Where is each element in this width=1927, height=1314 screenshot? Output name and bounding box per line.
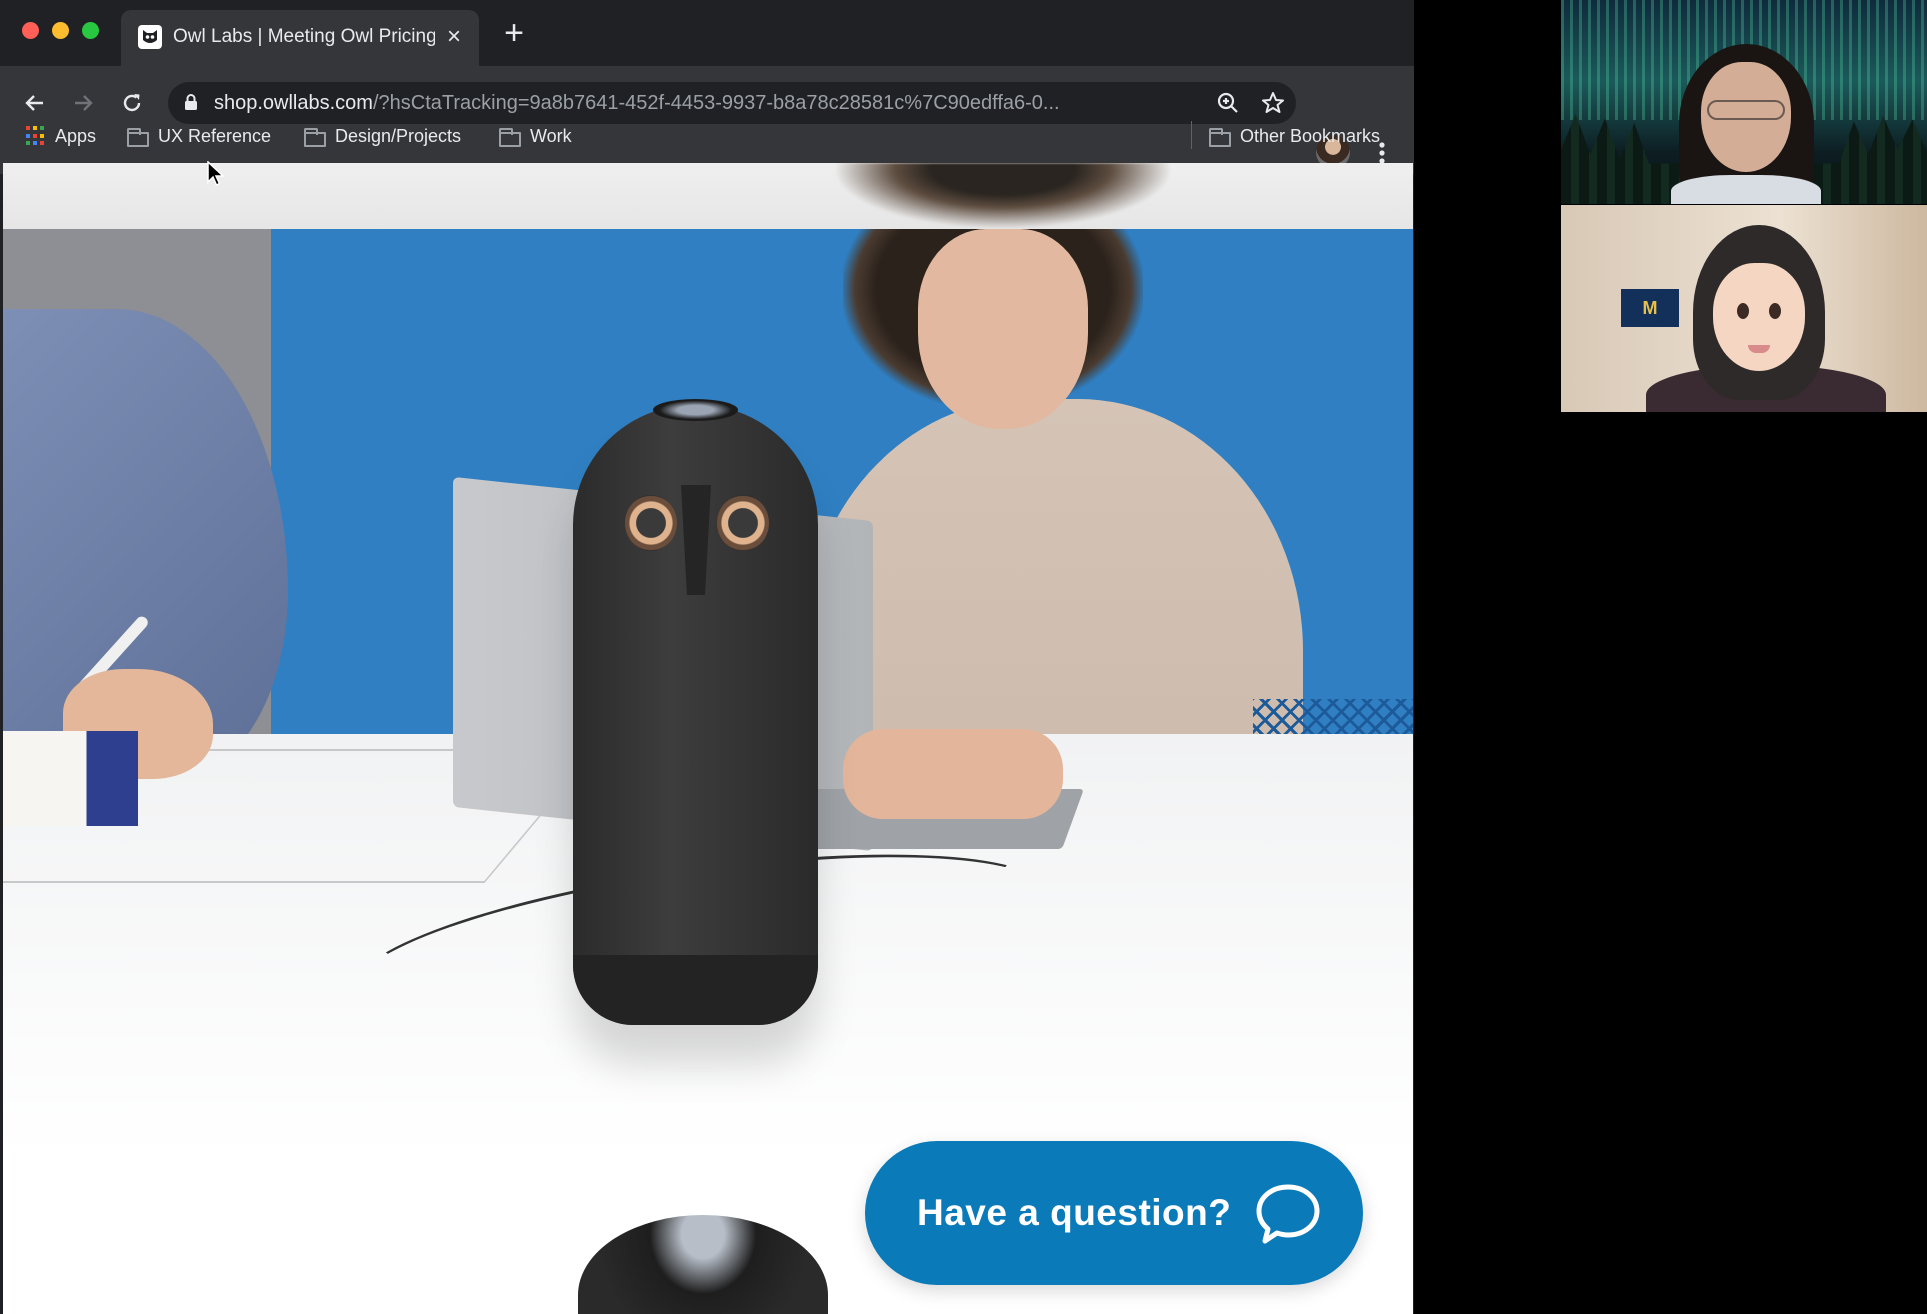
other-bookmarks-label: Other Bookmarks bbox=[1240, 125, 1381, 146]
meeting-owl-top-image bbox=[578, 1215, 828, 1314]
woman-face bbox=[918, 229, 1088, 429]
title-bar: Owl Labs | Meeting Owl Pricing × + bbox=[0, 0, 1414, 66]
hero-image bbox=[3, 229, 1413, 1155]
web-page: Have a question? bbox=[3, 163, 1413, 1314]
apps-grid-icon bbox=[26, 126, 46, 146]
url-host: shop.owllabs.com bbox=[214, 92, 373, 114]
woman-hands bbox=[843, 729, 1063, 819]
owl-eye bbox=[717, 495, 769, 551]
browser-tab[interactable]: Owl Labs | Meeting Owl Pricing × bbox=[121, 10, 479, 66]
other-bookmarks[interactable]: Other Bookmarks bbox=[1209, 121, 1380, 151]
folder-icon bbox=[1209, 127, 1231, 147]
bookmarks-divider bbox=[1191, 121, 1192, 149]
back-arrow-icon[interactable] bbox=[17, 85, 53, 121]
owl-labs-favicon-icon bbox=[138, 25, 162, 49]
emoji-avatar-face bbox=[1713, 263, 1805, 371]
address-bar[interactable]: shop.owllabs.com/?hsCtaTracking=9a8b7641… bbox=[168, 82, 1296, 124]
owl-camera-lens bbox=[653, 399, 738, 421]
bookmark-design-projects[interactable]: Design/Projects bbox=[304, 121, 461, 151]
folder-icon bbox=[127, 127, 149, 147]
minimize-window-button[interactable] bbox=[52, 22, 69, 39]
owl-base bbox=[573, 955, 818, 1025]
bookmark-apps[interactable]: Apps bbox=[26, 121, 96, 151]
meeting-owl-device bbox=[573, 399, 818, 1025]
maximize-window-button[interactable] bbox=[82, 22, 99, 39]
tab-close-icon[interactable]: × bbox=[441, 24, 467, 50]
bookmark-label: Apps bbox=[55, 125, 97, 146]
emoji-eye bbox=[1769, 303, 1781, 319]
owl-beak bbox=[681, 485, 711, 595]
video-participant-2: M bbox=[1561, 205, 1927, 412]
video-participant-1 bbox=[1561, 0, 1927, 204]
mouse-cursor-icon bbox=[207, 160, 225, 192]
have-a-question-chat-button[interactable]: Have a question? bbox=[865, 1141, 1363, 1285]
product-box bbox=[3, 731, 138, 826]
bookmarks-bar: Apps UX Reference Design/Projects Work O… bbox=[0, 121, 1414, 151]
new-tab-button[interactable]: + bbox=[499, 16, 529, 50]
owl-eye bbox=[625, 495, 677, 551]
emoji-eye bbox=[1737, 303, 1749, 319]
browser-window: Owl Labs | Meeting Owl Pricing × + shop.… bbox=[0, 0, 1414, 1314]
url-path: /?hsCtaTracking=9a8b7641-452f-4453-9937-… bbox=[372, 92, 1060, 114]
browser-toolbar: shop.owllabs.com/?hsCtaTracking=9a8b7641… bbox=[0, 66, 1414, 174]
bookmark-star-icon[interactable] bbox=[1260, 90, 1286, 121]
zoom-icon[interactable] bbox=[1216, 91, 1240, 120]
reload-icon[interactable] bbox=[114, 85, 150, 121]
bookmark-ux-reference[interactable]: UX Reference bbox=[127, 121, 271, 151]
university-flag: M bbox=[1621, 289, 1679, 327]
bookmark-label: Design/Projects bbox=[335, 125, 462, 146]
lock-icon[interactable] bbox=[184, 93, 198, 116]
participant-shirt bbox=[1671, 175, 1821, 204]
bookmark-label: UX Reference bbox=[158, 125, 272, 146]
folder-icon bbox=[499, 127, 521, 147]
close-window-button[interactable] bbox=[22, 22, 39, 39]
chat-bubble-icon bbox=[1255, 1183, 1321, 1250]
bookmark-label: Work bbox=[530, 125, 572, 146]
motion-blur-image bbox=[833, 163, 1173, 229]
tab-title: Owl Labs | Meeting Owl Pricing bbox=[173, 26, 435, 47]
forward-arrow-icon[interactable] bbox=[65, 85, 101, 121]
url-text[interactable]: shop.owllabs.com/?hsCtaTracking=9a8b7641… bbox=[214, 82, 1214, 124]
chat-button-label: Have a question? bbox=[917, 1192, 1232, 1233]
bookmark-work[interactable]: Work bbox=[499, 121, 572, 151]
folder-icon bbox=[304, 127, 326, 147]
participant-glasses bbox=[1707, 100, 1785, 120]
